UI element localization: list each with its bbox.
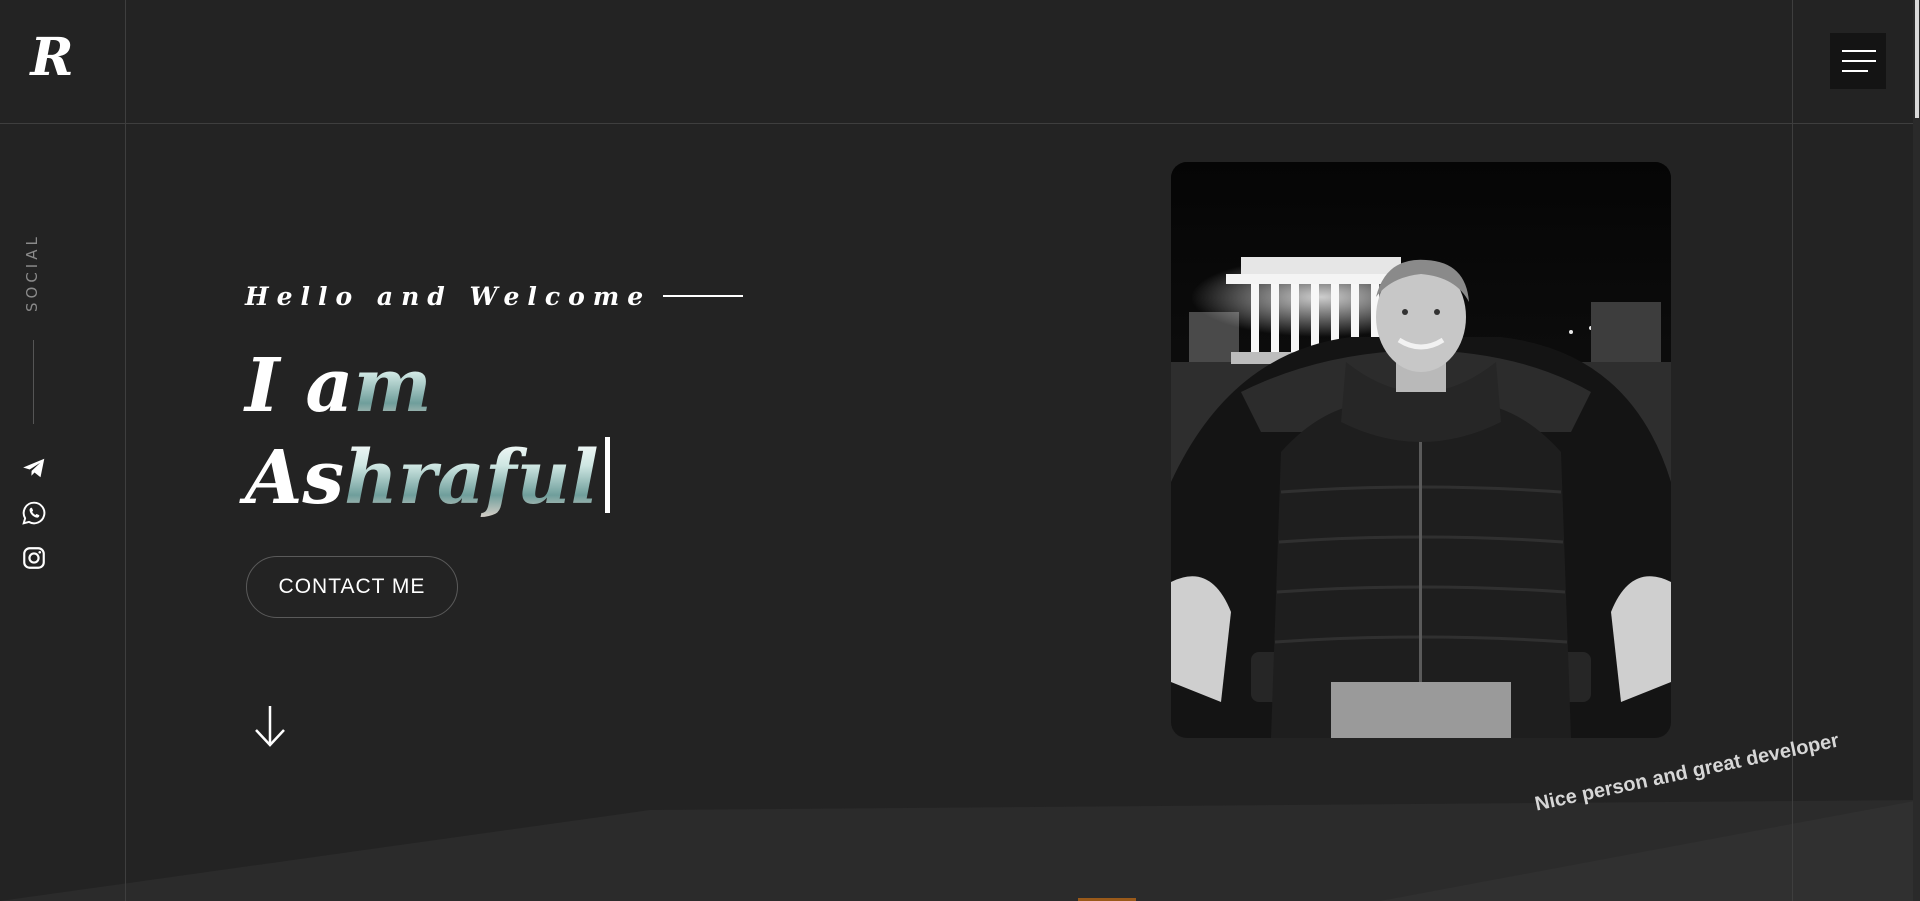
social-label: SOCIAL — [23, 233, 41, 313]
greeting-text: Hello and Welcome — [245, 281, 652, 311]
menu-button[interactable] — [1830, 33, 1886, 89]
telegram-icon — [23, 458, 45, 478]
hamburger-menu-icon — [1842, 50, 1876, 52]
hero-headline: I am Ashraful — [245, 340, 845, 524]
instagram-icon — [23, 547, 45, 569]
greeting: Hello and Welcome — [245, 278, 744, 314]
header-divider — [0, 123, 1920, 124]
right-column-divider — [1792, 0, 1793, 901]
whatsapp-icon — [22, 501, 46, 525]
headline-line-2: Ashraful — [245, 432, 845, 524]
social-links — [18, 452, 50, 590]
scrollbar-track[interactable] — [1913, 0, 1920, 901]
instagram-link[interactable] — [18, 545, 50, 577]
arrow-down-icon[interactable] — [252, 704, 292, 748]
scrollbar-thumb[interactable] — [1915, 0, 1919, 118]
bottom-decorative-shape — [0, 800, 1920, 901]
whatsapp-link[interactable] — [18, 500, 50, 532]
left-column-divider — [125, 0, 126, 901]
contact-me-button[interactable]: CONTACT ME — [246, 556, 458, 618]
telegram-link[interactable] — [18, 455, 50, 487]
headline-line-1: I am — [245, 343, 432, 429]
profile-photo-image — [1171, 162, 1671, 738]
site-logo[interactable]: R — [28, 30, 76, 86]
greeting-line — [663, 295, 744, 297]
profile-photo — [1171, 162, 1671, 738]
typing-cursor — [604, 437, 610, 513]
social-divider — [33, 340, 34, 424]
page: R SOCIAL Hello and Welcome I am Ashraful… — [0, 0, 1920, 901]
